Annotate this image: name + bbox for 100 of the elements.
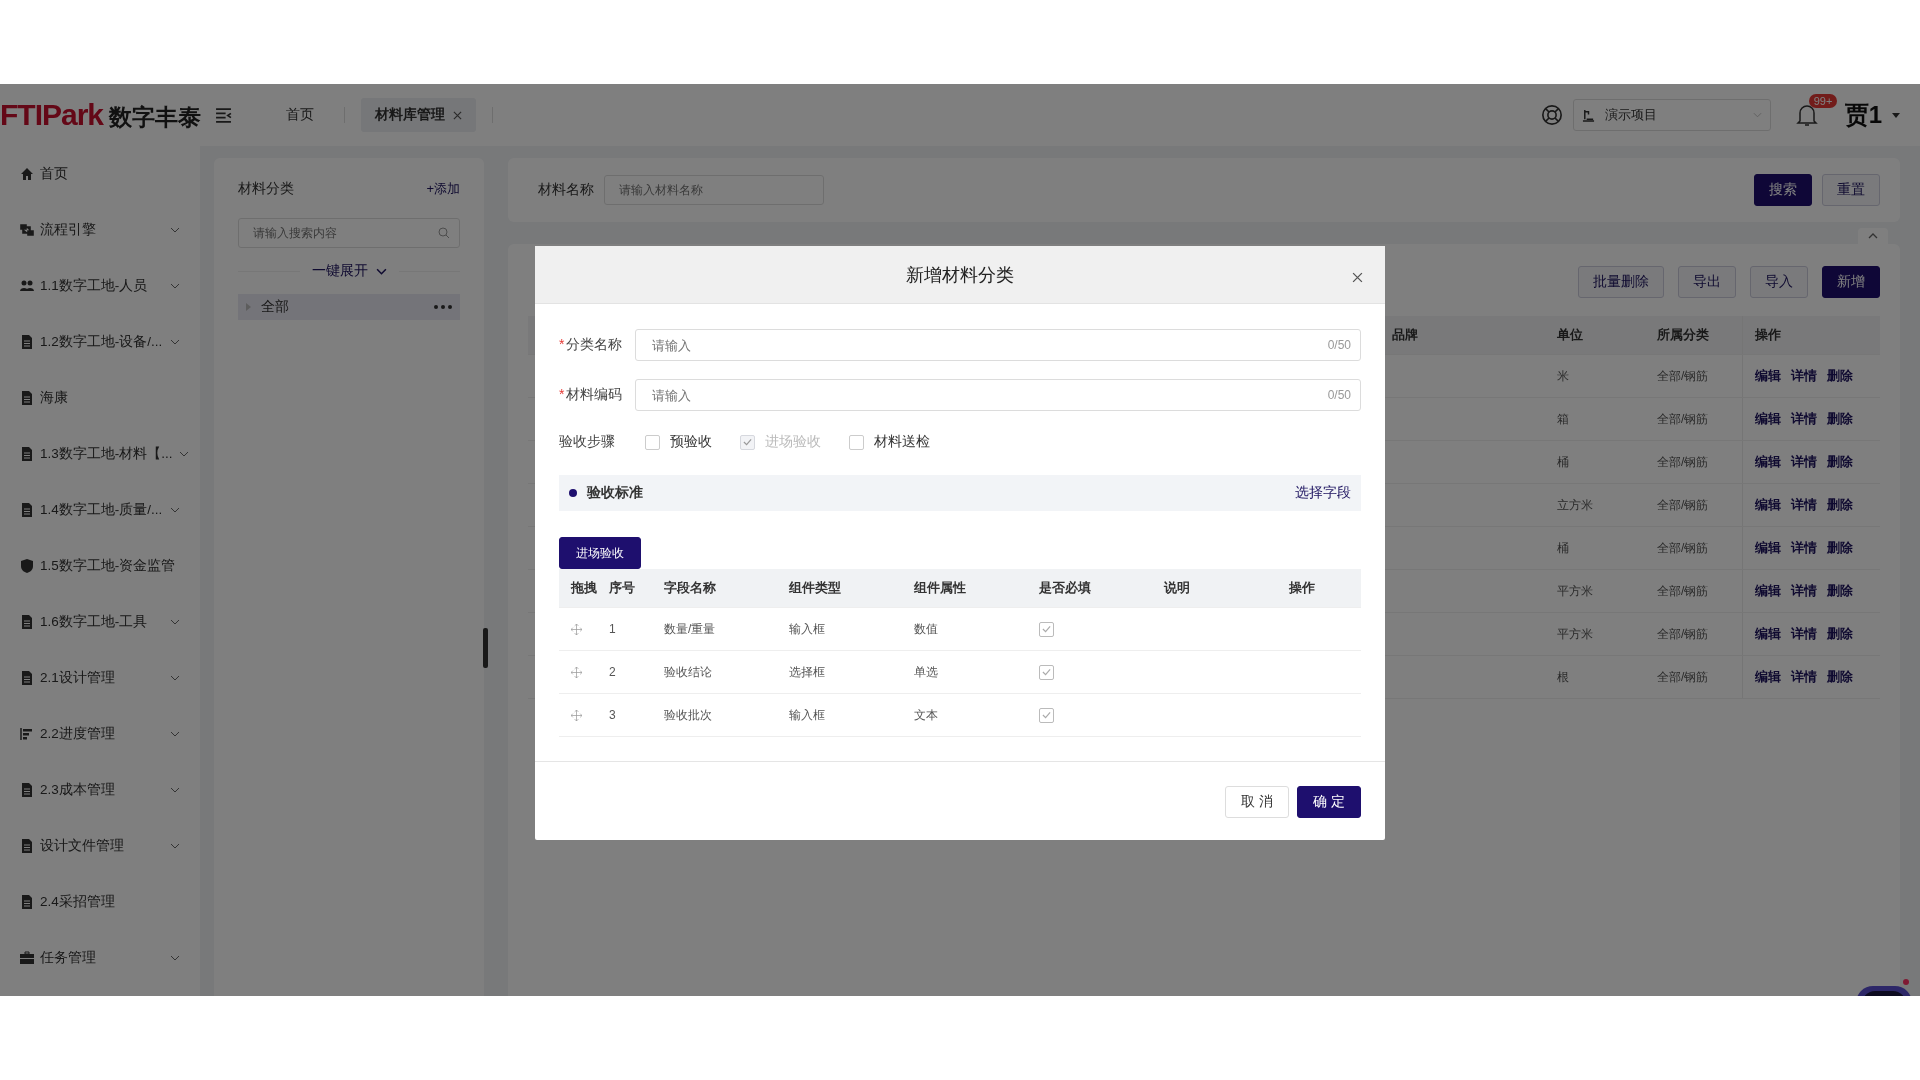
required-mark: * xyxy=(559,336,565,352)
add-link[interactable]: +添加 xyxy=(426,180,460,198)
drag-handle-icon[interactable] xyxy=(571,709,582,721)
checkbox[interactable] xyxy=(849,434,864,450)
search-bar-button[interactable]: 搜索 xyxy=(1754,174,1812,206)
action-link[interactable]: 详情 xyxy=(1791,668,1817,686)
sidebar-item[interactable]: 1.1数字工地-人员 xyxy=(0,258,200,314)
gantt-icon xyxy=(20,727,34,741)
menu-collapse-icon[interactable] xyxy=(215,107,232,123)
document-icon xyxy=(20,895,34,909)
action-link[interactable]: 删除 xyxy=(1827,582,1853,600)
action-link[interactable]: 删除 xyxy=(1827,453,1853,471)
action-link[interactable]: 编辑 xyxy=(1755,496,1781,514)
sidebar-item[interactable]: 2.3成本管理 xyxy=(0,762,200,818)
sidebar-item[interactable]: 任务管理 xyxy=(0,930,200,986)
sidebar-item[interactable]: 1.5数字工地-资金监管 xyxy=(0,538,200,594)
action-link[interactable]: 编辑 xyxy=(1755,582,1781,600)
checkbox[interactable] xyxy=(1039,707,1054,723)
chevron-down-icon xyxy=(170,955,180,961)
toolbar-button[interactable]: 导出 xyxy=(1678,266,1736,298)
table-cell-text: 验收结论 xyxy=(664,663,713,681)
column-header: 说明 xyxy=(1164,579,1191,597)
document-icon xyxy=(20,783,34,797)
collapse-tab[interactable] xyxy=(1858,228,1888,244)
sidebar-item[interactable]: 2.2进度管理 xyxy=(0,706,200,762)
action-link[interactable]: 删除 xyxy=(1827,367,1853,385)
caret-icon[interactable] xyxy=(1892,112,1900,118)
action-link[interactable]: 删除 xyxy=(1827,410,1853,428)
page-tab[interactable]: 首页 xyxy=(272,98,328,132)
column-header: 是否必填 xyxy=(1039,579,1092,597)
sidebar-item[interactable]: 2.1设计管理 xyxy=(0,650,200,706)
action-link[interactable]: 详情 xyxy=(1791,453,1817,471)
checkbox-label[interactable]: 预验收 xyxy=(670,433,712,451)
action-link[interactable]: 编辑 xyxy=(1755,410,1781,428)
sidebar-item[interactable]: 2.4采招管理 xyxy=(0,874,200,930)
toolbar-button[interactable]: 导入 xyxy=(1750,266,1808,298)
action-link[interactable]: 详情 xyxy=(1791,582,1817,600)
field-label: 分类名称 xyxy=(566,336,623,352)
dialog-title: 新增材料分类 xyxy=(906,263,1014,287)
resize-handle[interactable] xyxy=(483,628,488,668)
sidebar-item[interactable]: 首页 xyxy=(0,146,200,202)
select-fields-link[interactable]: 选择字段 xyxy=(1295,484,1351,502)
material-name-field[interactable]: 请输入材料名称 xyxy=(604,175,824,205)
checkbox[interactable] xyxy=(1039,664,1054,680)
document-icon xyxy=(20,447,34,461)
close-icon[interactable] xyxy=(453,110,462,120)
tree-node[interactable]: 全部 xyxy=(238,294,460,320)
checkbox[interactable] xyxy=(645,434,660,450)
home-icon xyxy=(20,167,34,181)
action-link[interactable]: 编辑 xyxy=(1755,539,1781,557)
sidebar-item[interactable]: 1.4数字工地-质量/... xyxy=(0,482,200,538)
drag-handle-icon[interactable] xyxy=(571,666,582,678)
action-link[interactable]: 删除 xyxy=(1827,625,1853,643)
toolbar-button[interactable]: 新增 xyxy=(1822,266,1880,298)
table-cell-text: 平方米 xyxy=(1557,625,1594,643)
chevron-down-icon xyxy=(170,843,180,849)
action-link[interactable]: 详情 xyxy=(1791,625,1817,643)
help-icon[interactable] xyxy=(1540,104,1563,126)
expand-all-button[interactable]: 一键展开 xyxy=(311,262,387,280)
action-link[interactable]: 编辑 xyxy=(1755,668,1781,686)
action-link[interactable]: 编辑 xyxy=(1755,453,1781,471)
dialog-button[interactable]: 确 定 xyxy=(1297,786,1361,818)
stage-tab-button[interactable]: 进场验收 xyxy=(559,537,641,569)
action-link[interactable]: 详情 xyxy=(1791,539,1817,557)
checkbox-label[interactable]: 材料送检 xyxy=(874,433,930,451)
checkbox[interactable] xyxy=(1039,621,1054,637)
column-header: 单位 xyxy=(1557,326,1584,344)
drag-handle-icon[interactable] xyxy=(571,623,582,635)
check-icon xyxy=(1042,711,1051,719)
action-link[interactable]: 删除 xyxy=(1827,496,1853,514)
sidebar-item[interactable]: 1.3数字工地-材料【... xyxy=(0,426,200,482)
sidebar-item[interactable]: 1.6数字工地-工具 xyxy=(0,594,200,650)
sidebar-item[interactable]: 设计文件管理 xyxy=(0,818,200,874)
sidebar-item[interactable]: 流程引擎 xyxy=(0,202,200,258)
dialog-button[interactable]: 取 消 xyxy=(1225,786,1289,818)
user-name[interactable]: 贾1 xyxy=(1844,99,1882,131)
action-link[interactable]: 详情 xyxy=(1791,367,1817,385)
more-icon[interactable] xyxy=(434,305,452,309)
toolbar-button[interactable]: 批量删除 xyxy=(1578,266,1664,298)
close-icon[interactable] xyxy=(1352,272,1363,283)
action-link[interactable]: 详情 xyxy=(1791,496,1817,514)
caret-right-icon xyxy=(246,303,251,311)
sidebar-item[interactable]: 1.2数字工地-设备/... xyxy=(0,314,200,370)
action-link[interactable]: 删除 xyxy=(1827,668,1853,686)
chevron-down-icon xyxy=(170,283,180,289)
panel-title: 材料分类 xyxy=(238,180,294,198)
project-select[interactable]: 演示项目 xyxy=(1572,99,1771,131)
action-link[interactable]: 详情 xyxy=(1791,410,1817,428)
page-tab[interactable]: 材料库管理 xyxy=(361,98,476,132)
table-cell-text: 全部/钢筋 xyxy=(1657,410,1710,428)
table-cell-text: 全部/钢筋 xyxy=(1657,625,1710,643)
sidebar-item[interactable]: 海康 xyxy=(0,370,200,426)
action-link[interactable]: 编辑 xyxy=(1755,625,1781,643)
search-bar-button[interactable]: 重置 xyxy=(1822,174,1880,206)
document-icon xyxy=(20,671,34,685)
chevron-down-icon xyxy=(170,731,180,737)
column-header: 组件属性 xyxy=(914,579,967,597)
action-link[interactable]: 删除 xyxy=(1827,539,1853,557)
search-field[interactable]: 请输入搜索内容 xyxy=(238,218,460,248)
action-link[interactable]: 编辑 xyxy=(1755,367,1781,385)
